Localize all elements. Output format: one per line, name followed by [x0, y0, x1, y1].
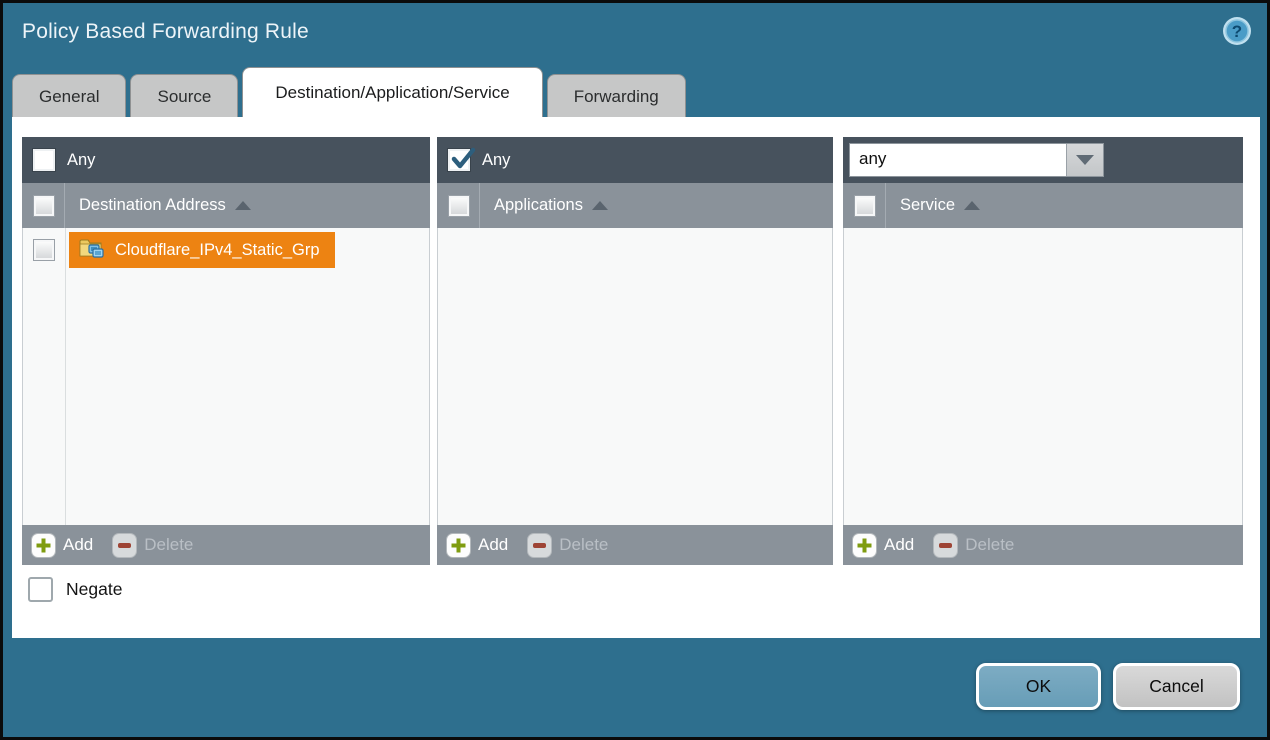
address-group-icon — [79, 236, 106, 264]
applications-any-checkbox[interactable] — [448, 149, 470, 171]
applications-footer: Add Delete — [437, 525, 833, 565]
destination-any-checkbox[interactable] — [33, 149, 55, 171]
service-list — [843, 228, 1243, 525]
applications-delete-button[interactable]: Delete — [527, 533, 608, 558]
service-type-value: any — [850, 144, 1066, 176]
ok-button[interactable]: OK — [976, 663, 1101, 710]
service-add-button[interactable]: Add — [852, 533, 914, 558]
row-checkbox[interactable] — [33, 239, 55, 261]
delete-icon — [933, 533, 958, 558]
chevron-down-icon — [1076, 155, 1094, 165]
selected-address-item[interactable]: Cloudflare_IPv4_Static_Grp — [69, 232, 335, 268]
sort-ascending-icon[interactable] — [592, 201, 608, 210]
applications-select-all-cell — [437, 183, 480, 228]
tab-strip: General Source Destination/Application/S… — [12, 67, 686, 117]
cancel-button[interactable]: Cancel — [1113, 663, 1240, 710]
applications-list — [437, 228, 833, 525]
service-panel: any Service — [843, 137, 1243, 565]
applications-header-row: Applications — [437, 183, 833, 228]
sort-ascending-icon[interactable] — [235, 201, 251, 210]
address-item-label: Cloudflare_IPv4_Static_Grp — [115, 241, 320, 260]
column-separator — [65, 228, 66, 525]
destination-column-header[interactable]: Destination Address — [79, 196, 226, 215]
applications-column-header[interactable]: Applications — [494, 196, 583, 215]
delete-icon — [112, 533, 137, 558]
applications-add-button[interactable]: Add — [446, 533, 508, 558]
sort-ascending-icon[interactable] — [964, 201, 980, 210]
applications-any-label: Any — [482, 151, 510, 170]
table-row[interactable]: Cloudflare_IPv4_Static_Grp — [23, 232, 429, 268]
add-label: Add — [478, 535, 508, 555]
add-icon — [852, 533, 877, 558]
destination-any-bar: Any — [22, 137, 430, 183]
negate-label: Negate — [66, 579, 122, 600]
dialog-button-bar: OK Cancel — [976, 663, 1240, 710]
service-column-header[interactable]: Service — [900, 196, 955, 215]
negate-checkbox[interactable] — [28, 577, 53, 602]
destination-footer: Add Delete — [22, 525, 430, 565]
service-select-all-cell — [843, 183, 886, 228]
destination-select-all-cell — [22, 183, 65, 228]
add-icon — [31, 533, 56, 558]
destination-select-all-checkbox[interactable] — [33, 195, 55, 217]
destination-add-button[interactable]: Add — [31, 533, 93, 558]
service-delete-button[interactable]: Delete — [933, 533, 1014, 558]
svg-text:?: ? — [1232, 22, 1242, 41]
destination-delete-button[interactable]: Delete — [112, 533, 193, 558]
destination-address-panel: Any Destination Address — [22, 137, 430, 565]
tab-source[interactable]: Source — [130, 74, 238, 117]
applications-panel: Any Applications Add — [437, 137, 833, 565]
checkmark-icon — [450, 147, 476, 173]
service-select-all-checkbox[interactable] — [854, 195, 876, 217]
dropdown-button[interactable] — [1066, 144, 1103, 176]
service-type-bar: any — [843, 137, 1243, 183]
negate-row: Negate — [28, 577, 122, 602]
applications-any-bar: Any — [437, 137, 833, 183]
destination-any-label: Any — [67, 151, 95, 170]
dialog-content: Any Destination Address — [12, 117, 1260, 638]
applications-select-all-checkbox[interactable] — [448, 195, 470, 217]
dialog-title: Policy Based Forwarding Rule — [22, 20, 309, 44]
policy-based-forwarding-dialog: Policy Based Forwarding Rule ? General S… — [0, 0, 1270, 740]
tab-destination-application-service[interactable]: Destination/Application/Service — [242, 67, 542, 117]
add-label: Add — [884, 535, 914, 555]
service-footer: Add Delete — [843, 525, 1243, 565]
panel-columns: Any Destination Address — [22, 137, 1243, 565]
delete-icon — [527, 533, 552, 558]
service-type-dropdown[interactable]: any — [849, 143, 1104, 177]
help-icon[interactable]: ? — [1221, 15, 1253, 47]
destination-address-list: Cloudflare_IPv4_Static_Grp — [22, 228, 430, 525]
delete-label: Delete — [965, 535, 1014, 555]
tab-general[interactable]: General — [12, 74, 126, 117]
destination-header-row: Destination Address — [22, 183, 430, 228]
tab-forwarding[interactable]: Forwarding — [547, 74, 686, 117]
service-header-row: Service — [843, 183, 1243, 228]
add-label: Add — [63, 535, 93, 555]
delete-label: Delete — [559, 535, 608, 555]
delete-label: Delete — [144, 535, 193, 555]
add-icon — [446, 533, 471, 558]
